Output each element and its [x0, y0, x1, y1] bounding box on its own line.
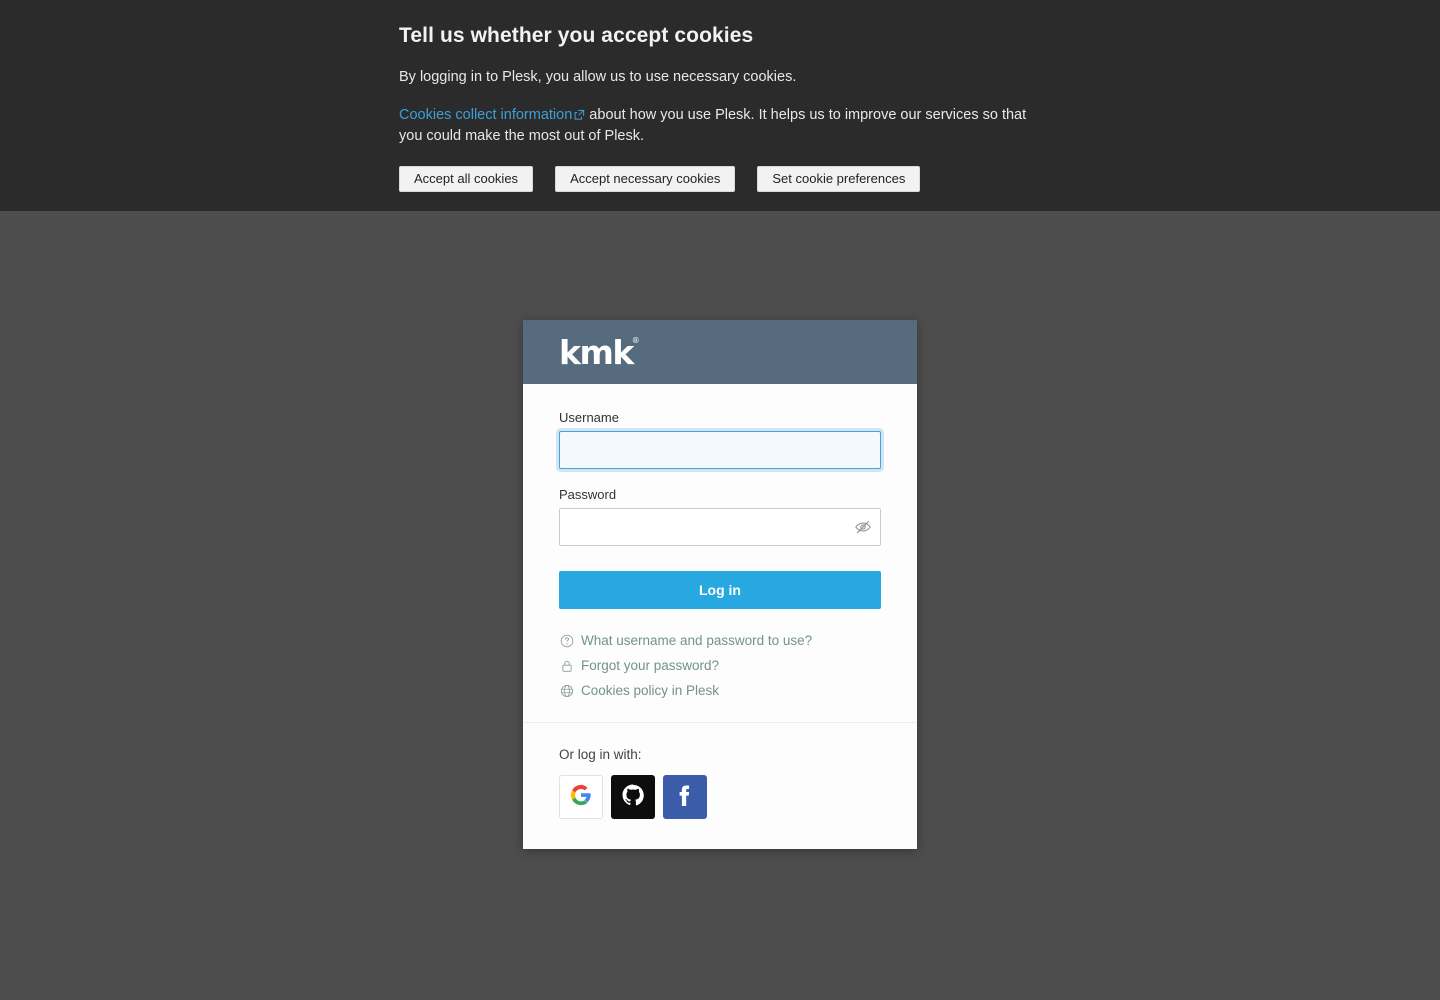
social-login-buttons	[559, 775, 881, 819]
login-form: Username Password Log in What username a…	[523, 384, 917, 722]
cookie-banner-paragraph-2: Cookies collect information about how yo…	[399, 105, 1047, 146]
username-label: Username	[559, 410, 619, 425]
cookie-consent-banner: Tell us whether you accept cookies By lo…	[0, 0, 1440, 211]
github-icon	[621, 783, 645, 812]
eye-slash-icon[interactable]	[853, 517, 873, 537]
social-login-section: Or log in with:	[523, 723, 917, 849]
what-username-password-link[interactable]: What username and password to use?	[559, 633, 881, 648]
logo-text: kmk	[559, 332, 634, 372]
username-input-wrap	[559, 431, 881, 469]
accept-necessary-cookies-button[interactable]: Accept necessary cookies	[555, 166, 736, 192]
globe-icon	[559, 683, 574, 698]
google-login-button[interactable]	[559, 775, 603, 819]
github-login-button[interactable]	[611, 775, 655, 819]
cookie-banner-content: Tell us whether you accept cookies By lo…	[399, 22, 1059, 192]
login-help-links: What username and password to use? Forgo…	[559, 633, 881, 698]
registered-trademark-mark: ®	[631, 335, 640, 345]
cookies-policy-label: Cookies policy in Plesk	[581, 683, 720, 698]
lock-icon	[559, 658, 574, 673]
password-field-group: Password	[559, 487, 881, 546]
accept-all-cookies-button[interactable]: Accept all cookies	[399, 166, 534, 192]
cookie-banner-title: Tell us whether you accept cookies	[399, 24, 754, 47]
set-cookie-preferences-button[interactable]: Set cookie preferences	[757, 166, 921, 192]
what-username-password-label: What username and password to use?	[581, 633, 813, 648]
username-input[interactable]	[559, 431, 881, 469]
external-link-icon	[574, 106, 585, 126]
facebook-icon	[672, 782, 698, 813]
google-icon	[570, 784, 592, 811]
forgot-password-link[interactable]: Forgot your password?	[559, 658, 881, 673]
log-in-button[interactable]: Log in	[559, 571, 881, 609]
password-label: Password	[559, 487, 617, 502]
login-card: kmk ® Username Password Log in What user…	[523, 320, 917, 849]
username-field-group: Username	[559, 410, 881, 469]
facebook-login-button[interactable]	[663, 775, 707, 819]
login-card-header: kmk ®	[523, 320, 917, 384]
password-input-wrap	[559, 508, 881, 546]
or-log-in-with-label: Or log in with:	[559, 747, 642, 762]
cookie-banner-buttons: Accept all cookies Accept necessary cook…	[399, 166, 1059, 192]
question-circle-icon	[559, 633, 574, 648]
password-input[interactable]	[559, 508, 881, 546]
cookies-collect-information-link[interactable]: Cookies collect information	[399, 107, 572, 123]
cookie-banner-paragraph-1: By logging in to Plesk, you allow us to …	[399, 69, 797, 85]
kmk-logo: kmk ®	[559, 332, 640, 372]
forgot-password-label: Forgot your password?	[581, 658, 720, 673]
cookies-policy-link[interactable]: Cookies policy in Plesk	[559, 683, 881, 698]
